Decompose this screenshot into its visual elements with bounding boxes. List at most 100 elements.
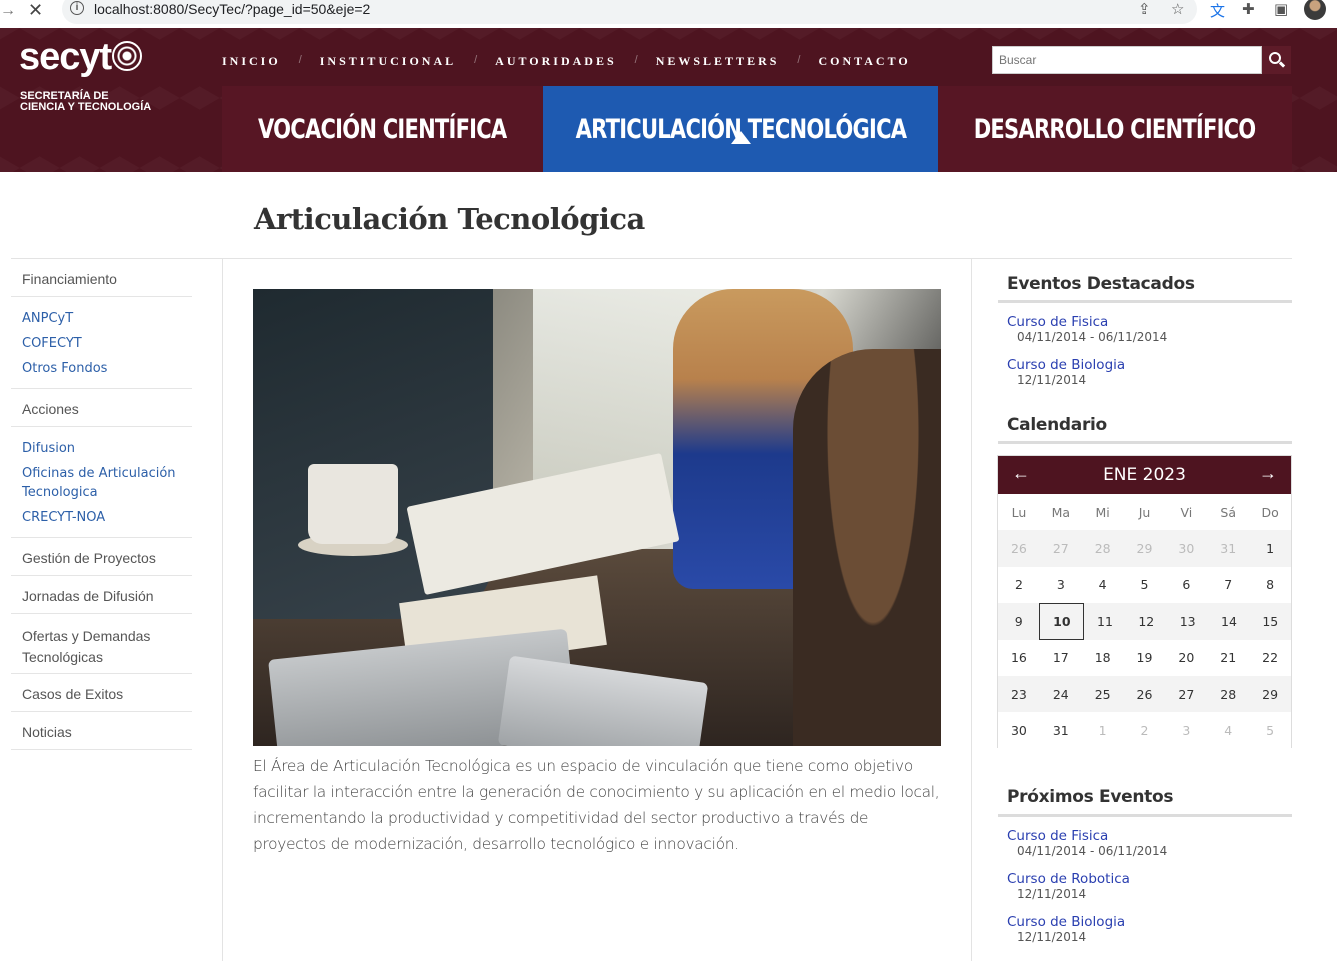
proximos-title: Próximos Eventos	[1007, 787, 1174, 807]
calendar-day[interactable]: 7	[1207, 567, 1249, 603]
nav-autoridades[interactable]: AUTORIDADES	[495, 54, 616, 69]
search-button[interactable]	[1262, 46, 1291, 74]
sidebar-item-financiamiento[interactable]: Financiamiento	[11, 259, 192, 297]
profile-avatar[interactable]	[1304, 0, 1326, 20]
calendar-day[interactable]: 30	[998, 712, 1040, 748]
nav-institucional[interactable]: INSTITUCIONAL	[320, 54, 456, 69]
calendar-day[interactable]: 27	[1040, 530, 1082, 566]
event-item[interactable]: Curso de Biologia 12/11/2014	[1007, 357, 1125, 387]
event-item[interactable]: Curso de Robotica 12/11/2014	[1007, 871, 1130, 901]
logo-subtitle: SECRETARÍA DE CIENCIA Y TECNOLOGÍA	[20, 90, 152, 113]
event-link[interactable]: Curso de Fisica	[1007, 828, 1167, 844]
nav-inicio[interactable]: INICIO	[222, 54, 281, 69]
divider	[11, 258, 1292, 259]
sidebar-item-casos[interactable]: Casos de Exitos	[11, 674, 192, 712]
event-item[interactable]: Curso de Fisica 04/11/2014 - 06/11/2014	[1007, 828, 1167, 858]
calendar-day[interactable]: 9	[998, 603, 1039, 639]
calendar-day[interactable]: 31	[1040, 712, 1082, 748]
calendar-day[interactable]: 3	[1040, 567, 1082, 603]
calendar-day[interactable]: 8	[1249, 567, 1291, 603]
tab-desarrollo-cientifico[interactable]: DESARROLLO CIENTÍFICO	[938, 86, 1292, 172]
calendar-day[interactable]: 21	[1207, 640, 1249, 676]
calendar-day[interactable]: 12	[1126, 603, 1167, 639]
event-item[interactable]: Curso de Fisica 04/11/2014 - 06/11/2014	[1007, 314, 1167, 344]
arrow-right-icon[interactable]: →	[1259, 463, 1277, 484]
event-link[interactable]: Curso de Robotica	[1007, 871, 1130, 887]
calendar-day[interactable]: 26	[1124, 676, 1166, 712]
site-logo[interactable]: secyt	[19, 36, 112, 79]
calendar-day[interactable]: 25	[1082, 676, 1124, 712]
weekday-label: Sá	[1220, 504, 1237, 520]
page-body-text: El Área de Articulación Tecnológica es u…	[253, 757, 940, 853]
calendar-day[interactable]: 2	[998, 567, 1040, 603]
bookmark-star-icon[interactable]: ☆	[1171, 0, 1184, 18]
extensions-puzzle-icon[interactable]: ✚	[1242, 0, 1255, 18]
weekday-label: Ju	[1138, 504, 1151, 520]
sidebar-link-oficinas[interactable]: Oficinas de Articulación Tecnologica	[22, 464, 192, 502]
event-link[interactable]: Curso de Biologia	[1007, 914, 1125, 930]
event-item[interactable]: Curso de Biologia 12/11/2014	[1007, 914, 1125, 944]
calendar-day[interactable]: 16	[998, 640, 1040, 676]
stop-loading-icon[interactable]: ✕	[28, 0, 43, 21]
calendar-day[interactable]: 4	[1082, 567, 1124, 603]
calendar-day[interactable]: 6	[1165, 567, 1207, 603]
sidebar-item-noticias[interactable]: Noticias	[11, 712, 192, 750]
back-arrow-icon[interactable]: →	[0, 2, 16, 20]
calendar-day[interactable]: 31	[1207, 530, 1249, 566]
nav-newsletters[interactable]: NEWSLETTERS	[656, 54, 780, 69]
sidebar-item-gestion[interactable]: Gestión de Proyectos	[11, 538, 192, 576]
calendar-day[interactable]: 13	[1167, 603, 1208, 639]
share-icon[interactable]: ⇪	[1138, 0, 1151, 18]
calendar-week: 30 31 1 2 3 4 5	[998, 712, 1291, 749]
tab-vocacion-cientifica[interactable]: VOCACIÓN CIENTÍFICA	[222, 86, 543, 172]
calendar-day[interactable]: 19	[1124, 640, 1166, 676]
calendar-weekdays: Lu Ma Mi Ju Vi Sá Do	[998, 494, 1291, 531]
sidebar-link-otros-fondos[interactable]: Otros Fondos	[22, 359, 192, 378]
calendar-day[interactable]: 26	[998, 530, 1040, 566]
sidebar-link-difusion[interactable]: Difusion	[22, 439, 192, 458]
calendar-day[interactable]: 11	[1084, 603, 1125, 639]
calendar-day[interactable]: 17	[1040, 640, 1082, 676]
calendar-day[interactable]: 29	[1249, 676, 1291, 712]
calendar-day[interactable]: 3	[1165, 712, 1207, 748]
calendar-week: 9 10 11 12 13 14 15	[998, 602, 1291, 640]
calendar-day[interactable]: 2	[1124, 712, 1166, 748]
calendar-day[interactable]: 28	[1082, 530, 1124, 566]
tab-articulacion-tecnologica[interactable]: ARTICULACIÓN TECNOLÓGICA	[543, 86, 938, 172]
calendar-day[interactable]: 22	[1249, 640, 1291, 676]
nav-contacto[interactable]: CONTACTO	[818, 54, 910, 69]
event-link[interactable]: Curso de Fisica	[1007, 314, 1167, 330]
sidebar-link-anpcyt[interactable]: ANPCyT	[22, 309, 192, 328]
calendar-day[interactable]: 18	[1082, 640, 1124, 676]
translate-icon[interactable]: 文	[1210, 0, 1225, 21]
calendar-day[interactable]: 24	[1040, 676, 1082, 712]
weekday-label: Mi	[1095, 504, 1110, 520]
sidebar-item-ofertas[interactable]: Ofertas y Demandas Tecnológicas	[11, 614, 192, 674]
divider	[971, 259, 972, 961]
url-text[interactable]: localhost:8080/SecyTec/?page_id=50&eje=2	[94, 1, 370, 17]
calendar-day[interactable]: 27	[1165, 676, 1207, 712]
calendar-day[interactable]: 29	[1124, 530, 1166, 566]
sidebar-link-crecyt-noa[interactable]: CRECYT-NOA	[22, 508, 192, 527]
side-panel-icon[interactable]: ▣	[1274, 0, 1288, 18]
site-info-icon[interactable]: i	[70, 1, 84, 15]
divider	[998, 300, 1292, 303]
calendar-day[interactable]: 14	[1208, 603, 1249, 639]
calendar-day[interactable]: 20	[1165, 640, 1207, 676]
calendar-day[interactable]: 1	[1082, 712, 1124, 748]
calendar-day[interactable]: 5	[1124, 567, 1166, 603]
sidebar-link-cofecyt[interactable]: COFECYT	[22, 334, 192, 353]
calendar-day[interactable]: 5	[1249, 712, 1291, 748]
calendar-day[interactable]: 15	[1250, 603, 1291, 639]
calendar-day[interactable]: 30	[1165, 530, 1207, 566]
calendar-day[interactable]: 28	[1207, 676, 1249, 712]
calendar-day[interactable]: 23	[998, 676, 1040, 712]
calendar-day[interactable]: 4	[1207, 712, 1249, 748]
search-input[interactable]	[992, 46, 1262, 74]
event-link[interactable]: Curso de Biologia	[1007, 357, 1125, 373]
calendar-day-today[interactable]: 10	[1039, 602, 1085, 640]
calendar-day[interactable]: 1	[1249, 530, 1291, 566]
sidebar-item-acciones[interactable]: Acciones	[11, 389, 192, 427]
calendar-week: 23 24 25 26 27 28 29	[998, 675, 1291, 713]
sidebar-item-jornadas[interactable]: Jornadas de Difusión	[11, 576, 192, 614]
